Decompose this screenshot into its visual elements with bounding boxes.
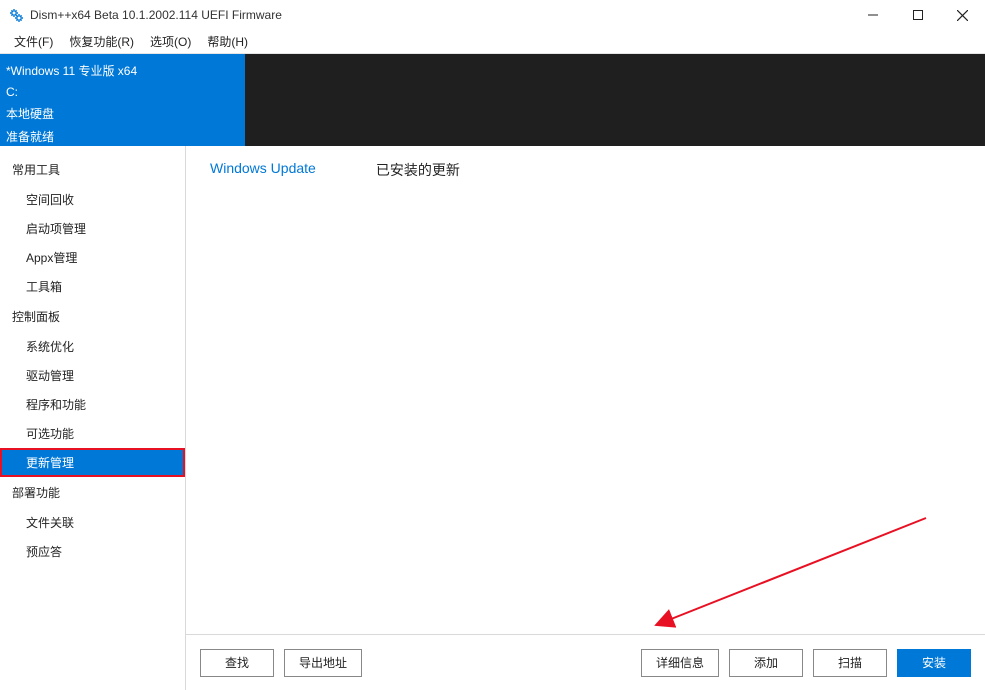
sidebar-item-unattend[interactable]: 预应答 xyxy=(0,537,185,566)
add-button[interactable]: 添加 xyxy=(729,649,803,677)
status-text: 准备就绪 xyxy=(6,128,239,145)
os-name: *Windows 11 专业版 x64 xyxy=(6,62,239,79)
minimize-button[interactable] xyxy=(850,0,895,30)
sidebar-item-optional-features[interactable]: 可选功能 xyxy=(0,419,185,448)
sidebar-item-appx-manager[interactable]: Appx管理 xyxy=(0,243,185,272)
details-button[interactable]: 详细信息 xyxy=(641,649,719,677)
bottom-toolbar: 查找 导出地址 详细信息 添加 扫描 安装 xyxy=(186,634,985,690)
app-icon xyxy=(8,7,24,23)
main-panel: Windows Update 已安装的更新 查找 导出地址 详细信息 添加 扫描… xyxy=(186,146,985,690)
tab-windows-update[interactable]: Windows Update xyxy=(210,160,316,180)
sidebar-group-common-tools: 常用工具 xyxy=(0,154,185,185)
scan-button[interactable]: 扫描 xyxy=(813,649,887,677)
update-tabs: Windows Update 已安装的更新 xyxy=(186,146,985,180)
sidebar-group-deployment: 部署功能 xyxy=(0,477,185,508)
system-info-bar: *Windows 11 专业版 x64 C: 本地硬盘 准备就绪 xyxy=(0,54,985,146)
workspace: 常用工具 空间回收 启动项管理 Appx管理 工具箱 控制面板 系统优化 驱动管… xyxy=(0,146,985,690)
sidebar-item-system-optimize[interactable]: 系统优化 xyxy=(0,332,185,361)
menu-bar: 文件(F) 恢复功能(R) 选项(O) 帮助(H) xyxy=(0,30,985,54)
export-address-button[interactable]: 导出地址 xyxy=(284,649,362,677)
sidebar-item-startup-manager[interactable]: 启动项管理 xyxy=(0,214,185,243)
sidebar-group-control-panel: 控制面板 xyxy=(0,301,185,332)
system-info-spacer xyxy=(245,54,985,146)
menu-recovery[interactable]: 恢复功能(R) xyxy=(61,33,142,50)
find-button[interactable]: 查找 xyxy=(200,649,274,677)
sidebar-item-toolbox[interactable]: 工具箱 xyxy=(0,272,185,301)
window-title: Dism++x64 Beta 10.1.2002.114 UEFI Firmwa… xyxy=(30,8,282,22)
menu-options[interactable]: 选项(O) xyxy=(142,33,199,50)
sidebar-item-space-recovery[interactable]: 空间回收 xyxy=(0,185,185,214)
tab-installed-updates[interactable]: 已安装的更新 xyxy=(376,160,460,180)
maximize-button[interactable] xyxy=(895,0,940,30)
menu-file[interactable]: 文件(F) xyxy=(6,33,61,50)
sidebar-item-update-manager[interactable]: 更新管理 xyxy=(0,448,185,477)
drive-letter: C: xyxy=(6,85,239,99)
annotation-arrow-icon xyxy=(626,510,946,640)
install-button[interactable]: 安装 xyxy=(897,649,971,677)
content-area xyxy=(186,180,985,634)
menu-help[interactable]: 帮助(H) xyxy=(199,33,256,50)
sidebar-item-driver-manager[interactable]: 驱动管理 xyxy=(0,361,185,390)
disk-type: 本地硬盘 xyxy=(6,105,239,122)
title-bar: Dism++x64 Beta 10.1.2002.114 UEFI Firmwa… xyxy=(0,0,985,30)
sidebar-item-programs-features[interactable]: 程序和功能 xyxy=(0,390,185,419)
sidebar: 常用工具 空间回收 启动项管理 Appx管理 工具箱 控制面板 系统优化 驱动管… xyxy=(0,146,186,690)
system-info-panel[interactable]: *Windows 11 专业版 x64 C: 本地硬盘 准备就绪 xyxy=(0,54,245,146)
close-button[interactable] xyxy=(940,0,985,30)
sidebar-item-file-assoc[interactable]: 文件关联 xyxy=(0,508,185,537)
